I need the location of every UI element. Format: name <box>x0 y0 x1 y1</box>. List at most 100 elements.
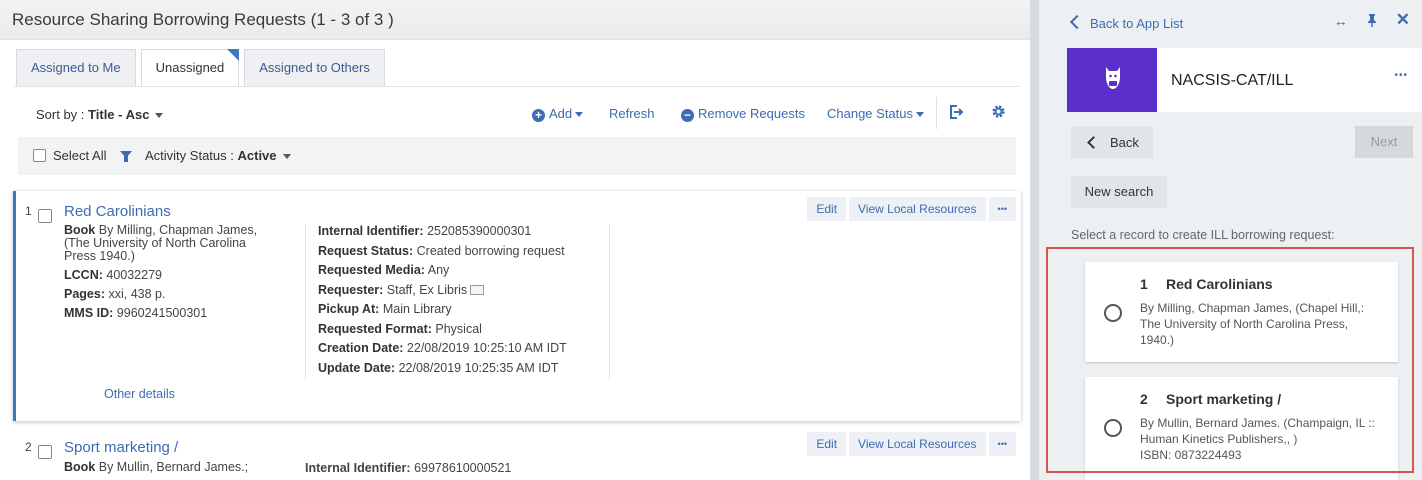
add-button[interactable]: + Add <box>532 106 584 122</box>
record-actions: Edit View Local Resources ••• <box>807 432 1016 456</box>
back-button[interactable]: Back <box>1071 126 1153 158</box>
pages-label: Pages: <box>64 287 105 301</box>
pickup-at-label: Pickup At: <box>318 302 380 316</box>
page-title: Resource Sharing Borrowing Requests (1 -… <box>12 10 394 29</box>
instruction-text: Select a record to create ILL borrowing … <box>1071 228 1335 242</box>
tab-unassigned-label: Unassigned <box>155 60 225 75</box>
export-button[interactable] <box>948 104 964 123</box>
record-checkbox[interactable] <box>38 209 52 223</box>
record-title-link[interactable]: Sport marketing / <box>64 439 178 456</box>
record-title-link[interactable]: Red Carolinians <box>64 203 171 220</box>
new-search-button[interactable]: New search <box>1071 176 1167 208</box>
add-label: Add <box>549 106 573 121</box>
chevron-left-icon <box>1069 14 1085 30</box>
expand-arrows-icon[interactable]: ↔ <box>1334 13 1348 30</box>
export-icon <box>950 105 964 119</box>
book-value: By Mullin, Bernard James.; <box>98 460 249 474</box>
record-actions: Edit View Local Resources ••• <box>807 197 1016 221</box>
chevron-down-icon <box>155 113 164 119</box>
user-card-icon[interactable] <box>470 284 485 295</box>
pin-icon-glyph <box>1367 14 1376 27</box>
refresh-button[interactable]: Refresh <box>609 106 655 121</box>
creation-date-label: Creation Date: <box>318 341 404 355</box>
activity-status-label: Activity Status : <box>145 148 234 163</box>
settings-button[interactable] <box>991 104 1006 122</box>
pin-icon[interactable] <box>1366 13 1378 30</box>
activity-status-dropdown[interactable]: Activity Status : Active <box>145 148 291 163</box>
chevron-down-icon <box>575 112 584 118</box>
cat-logo-icon <box>1106 67 1120 89</box>
select-all-label: Select All <box>53 148 107 163</box>
panel-window-controls: ↔ ✕ <box>1334 11 1410 30</box>
plus-circle-icon: + <box>532 109 545 122</box>
lccn-value: 40032279 <box>106 268 162 282</box>
request-status-value: Created borrowing request <box>416 243 565 258</box>
chevron-left-icon <box>1087 136 1100 149</box>
book-label: Book <box>64 223 96 237</box>
remove-requests-button[interactable]: − Remove Requests <box>681 106 805 122</box>
internal-identifier-value: 252085390000301 <box>427 224 532 238</box>
pages-value: xxi, 438 p. <box>108 287 166 301</box>
mms-id-value: 9960241500301 <box>116 306 208 320</box>
tab-assigned-to-me[interactable]: Assigned to Me <box>16 49 136 86</box>
edit-button[interactable]: Edit <box>807 197 847 221</box>
lccn-label: LCCN: <box>64 268 103 282</box>
record-checkbox[interactable] <box>38 445 52 459</box>
other-details-link[interactable]: Other details <box>104 387 175 401</box>
close-icon[interactable]: ✕ <box>1396 11 1410 30</box>
gear-icon <box>992 105 1005 118</box>
toolbar: Sort by : Title - Asc + Add Refresh − Remo… <box>14 97 1020 131</box>
requested-media-value: Any <box>427 263 450 277</box>
change-status-button[interactable]: Change Status <box>827 106 925 121</box>
more-actions-button[interactable]: ••• <box>988 432 1016 456</box>
tab-unassigned[interactable]: Unassigned <box>140 49 240 87</box>
app-logo <box>1067 48 1157 112</box>
requested-media-label: Requested Media: <box>318 263 425 277</box>
back-to-app-list-link[interactable]: Back to App List <box>1090 16 1183 31</box>
toolbar-separator <box>936 97 937 129</box>
internal-identifier-value: 69978610000521 <box>414 461 512 475</box>
sort-dropdown[interactable]: Sort by : Title - Asc <box>36 107 164 122</box>
activity-status-value: Active <box>237 148 277 163</box>
app-name: NACSIS-CAT/ILL <box>1171 72 1294 89</box>
requested-format-label: Requested Format: <box>318 321 432 336</box>
sort-label: Sort by : <box>36 107 85 122</box>
main-pane: Resource Sharing Borrowing Requests (1 -… <box>0 0 1030 480</box>
change-status-label: Change Status <box>827 106 914 121</box>
book-label: Book <box>64 460 96 474</box>
pickup-at-value: Main Library <box>382 302 452 316</box>
app-menu-button[interactable]: ••• <box>1394 70 1408 81</box>
pane-splitter[interactable] <box>1030 0 1039 480</box>
update-date-value: 22/08/2019 10:25:35 AM IDT <box>398 360 559 375</box>
app-header: NACSIS-CAT/ILL ••• <box>1067 48 1422 112</box>
view-local-resources-button[interactable]: View Local Resources <box>849 197 986 221</box>
tab-assigned-to-others[interactable]: Assigned to Others <box>244 49 385 86</box>
tabs-divider <box>14 86 1020 87</box>
next-button[interactable]: Next <box>1355 126 1413 158</box>
record-bib-details: Book By Mullin, Bernard James.; <box>64 461 269 480</box>
internal-identifier-label: Internal Identifier: <box>318 224 424 238</box>
filter-bar: Select All Activity Status : Active <box>18 137 1016 175</box>
requester-value: Staff, Ex Libris <box>386 282 468 297</box>
update-date-label: Update Date: <box>318 360 396 375</box>
minus-circle-icon: − <box>681 109 694 122</box>
request-status-label: Request Status: <box>318 243 414 258</box>
select-all-checkbox[interactable] <box>33 149 46 162</box>
tab-strip: Assigned to Me Unassigned Assigned to Ot… <box>16 49 385 87</box>
internal-identifier-label: Internal Identifier: <box>305 461 411 475</box>
more-actions-button[interactable]: ••• <box>988 197 1016 221</box>
record-number: 1 <box>25 204 32 218</box>
record-request-details: Internal Identifier: 69978610000521 <box>305 461 511 475</box>
funnel-icon-stem <box>124 156 128 162</box>
mms-id-label: MMS ID: <box>64 306 114 320</box>
edit-button[interactable]: Edit <box>807 432 847 456</box>
record-request-details: Internal Identifier: 252085390000301 Req… <box>305 224 610 379</box>
creation-date-value: 22/08/2019 10:25:10 AM IDT <box>406 341 567 355</box>
record-bib-details: Book By Milling, Chapman James, (The Uni… <box>64 224 269 326</box>
highlight-box <box>1046 247 1414 473</box>
app-side-panel: Back to App List ↔ ✕ NACSIS-CAT/ILL ••• … <box>1039 0 1422 480</box>
back-button-label: Back <box>1110 135 1139 150</box>
view-local-resources-button[interactable]: View Local Resources <box>849 432 986 456</box>
chevron-down-icon <box>282 154 291 160</box>
remove-requests-label: Remove Requests <box>698 106 805 121</box>
